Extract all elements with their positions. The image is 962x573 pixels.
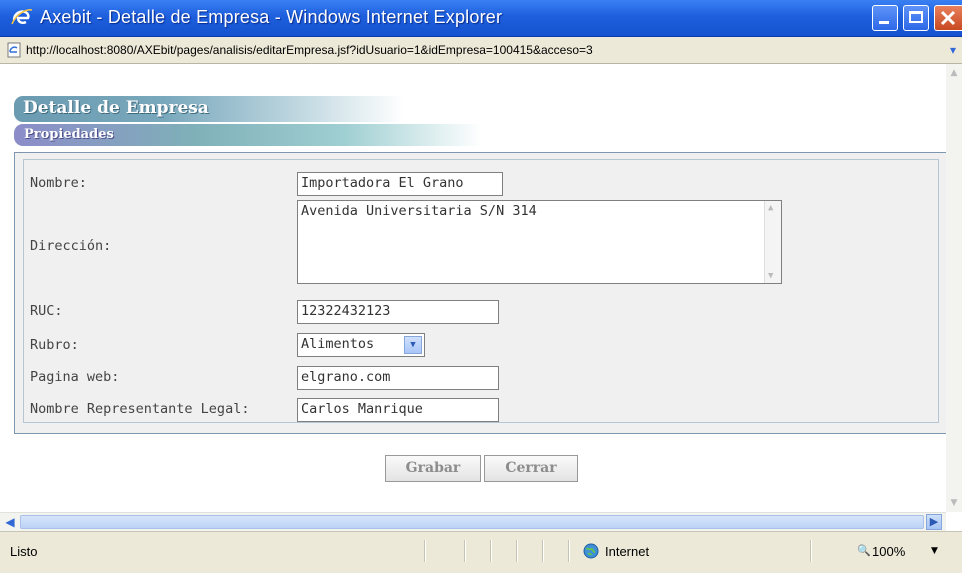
save-button[interactable]: Grabar	[385, 455, 481, 482]
page-header-title: Detalle de Empresa	[23, 98, 209, 118]
status-divider	[490, 540, 492, 562]
horizontal-scroll-thumb[interactable]	[20, 515, 924, 529]
status-divider	[810, 540, 812, 562]
representante-input[interactable]: Carlos Manrique	[297, 398, 499, 422]
status-bar: Listo Internet 🔍 100% ▼	[0, 531, 962, 573]
rubro-select[interactable]: Alimentos ▼	[297, 333, 425, 357]
close-button[interactable]: Cerrar	[484, 455, 578, 482]
representante-label: Nombre Representante Legal:	[30, 401, 250, 417]
close-window-button[interactable]	[934, 5, 962, 31]
web-label: Pagina web:	[30, 369, 120, 385]
maximize-button[interactable]	[903, 5, 929, 31]
direccion-scrollbar[interactable]: ▲ ▼	[764, 201, 781, 283]
rubro-selected-value: Alimentos	[301, 336, 375, 352]
section-header-banner: Propiedades	[14, 124, 614, 146]
window-title: Axebit - Detalle de Empresa - Windows In…	[40, 7, 503, 27]
properties-form: Nombre: Importadora El Grano Dirección: …	[23, 159, 939, 423]
vertical-scrollbar[interactable]: ▲ ▼	[946, 64, 962, 512]
chevron-down-icon[interactable]: ▼	[404, 336, 422, 354]
status-divider	[464, 540, 466, 562]
nombre-input[interactable]: Importadora El Grano	[297, 172, 503, 196]
page-icon	[7, 42, 21, 58]
close-icon	[940, 10, 956, 26]
zoom-dropdown-chevron-icon[interactable]: ▼	[931, 546, 938, 556]
scroll-down-arrow-icon[interactable]: ▼	[947, 496, 961, 510]
address-dropdown-chevron-icon[interactable]: ▾	[944, 40, 962, 60]
ruc-input[interactable]: 12322432123	[297, 300, 499, 324]
security-zone-label: Internet	[605, 544, 650, 559]
status-divider	[424, 540, 426, 562]
page-header-banner: Detalle de Empresa	[14, 96, 614, 122]
zoom-icon[interactable]: 🔍	[857, 544, 871, 557]
globe-icon	[583, 543, 599, 559]
scroll-right-arrow-icon[interactable]: ▶	[926, 514, 942, 530]
minimize-icon	[879, 21, 889, 24]
scroll-left-arrow-icon[interactable]: ◀	[2, 514, 18, 530]
scroll-up-icon[interactable]: ▲	[768, 203, 773, 213]
internet-explorer-icon	[11, 9, 33, 25]
page-content: Detalle de Empresa Propiedades Nombre: I…	[0, 64, 946, 512]
direccion-label: Dirección:	[30, 238, 112, 254]
web-input[interactable]: elgrano.com	[297, 366, 499, 390]
address-bar: http://localhost:8080/AXEbit/pages/anali…	[0, 37, 962, 64]
address-url[interactable]: http://localhost:8080/AXEbit/pages/anali…	[26, 43, 593, 57]
title-bar[interactable]: Axebit - Detalle de Empresa - Windows In…	[0, 0, 962, 37]
direccion-value: Avenida Universitaria S/N 314	[301, 203, 537, 219]
properties-panel: Nombre: Importadora El Grano Dirección: …	[14, 152, 946, 434]
status-text: Listo	[10, 544, 38, 559]
zoom-level[interactable]: 100%	[872, 544, 905, 559]
ruc-label: RUC:	[30, 303, 63, 319]
status-divider	[542, 540, 544, 562]
nombre-label: Nombre:	[30, 175, 87, 191]
maximize-icon	[909, 11, 923, 23]
status-divider	[568, 540, 570, 562]
section-title: Propiedades	[24, 127, 114, 142]
status-divider	[516, 540, 518, 562]
scroll-down-icon[interactable]: ▼	[768, 271, 773, 281]
direccion-textarea[interactable]: Avenida Universitaria S/N 314 ▲ ▼	[297, 200, 782, 284]
minimize-button[interactable]	[872, 5, 898, 31]
scroll-up-arrow-icon[interactable]: ▲	[947, 66, 961, 80]
rubro-label: Rubro:	[30, 337, 79, 353]
horizontal-scrollbar[interactable]: ◀ ▶	[0, 512, 946, 531]
